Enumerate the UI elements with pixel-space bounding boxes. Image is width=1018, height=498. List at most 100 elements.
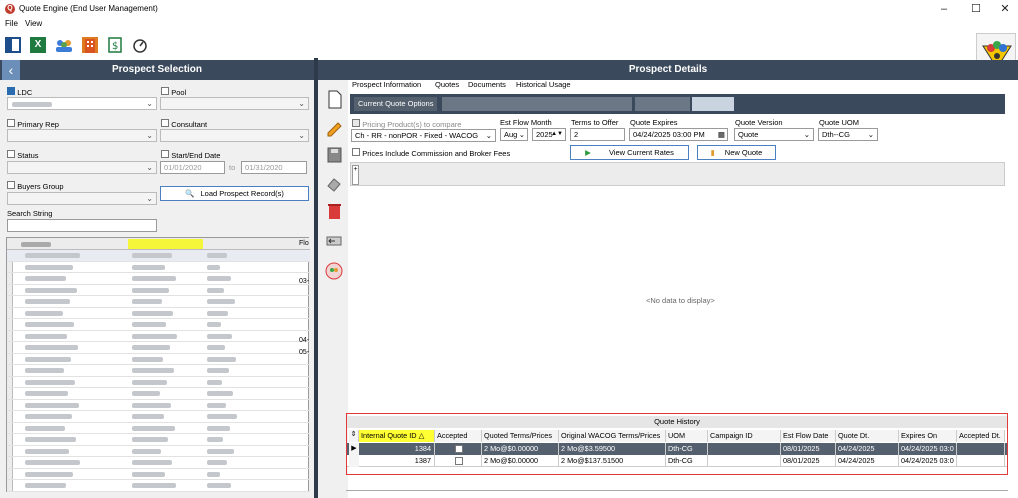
- excel-icon[interactable]: X: [30, 37, 46, 53]
- prospect-row[interactable]: [7, 319, 310, 331]
- calendar-icon[interactable]: ▦: [718, 129, 725, 140]
- uom-dropdown[interactable]: Dth--CG ⌄: [818, 128, 878, 141]
- include-commission-checkbox[interactable]: [352, 148, 360, 156]
- start-date-field[interactable]: 01/01/2020: [160, 161, 225, 174]
- start-end-checkbox[interactable]: [161, 150, 169, 158]
- ldc-dropdown[interactable]: ⌄: [7, 97, 157, 110]
- prospect-row[interactable]: [7, 423, 310, 434]
- horizontal-scrollbar[interactable]: [346, 490, 1008, 494]
- col-quoted-terms[interactable]: Quoted Terms/Prices: [482, 430, 559, 442]
- subtab-blurred[interactable]: [635, 97, 690, 111]
- flow-year-spinner[interactable]: 2025 ▲▼: [532, 128, 566, 141]
- col-original-wacog[interactable]: Original WACOG Terms/Prices: [559, 430, 666, 442]
- layout-icon[interactable]: [5, 37, 21, 53]
- menu-file[interactable]: File: [5, 19, 18, 28]
- col-accepted[interactable]: Accepted: [435, 430, 482, 442]
- accepted-checkbox[interactable]: [435, 455, 482, 467]
- transfer-icon[interactable]: [322, 230, 346, 252]
- view-current-rates-button[interactable]: ▶ View Current Rates: [570, 145, 689, 160]
- quote-history-row[interactable]: ▶ 1384 2 Mo@$0.00000 2 Mo@$3.59500 Dth-CG 08/…: [347, 443, 1007, 455]
- terms-input[interactable]: 2: [570, 128, 625, 141]
- status-dropdown[interactable]: ⌄: [7, 161, 157, 174]
- tab-documents[interactable]: Documents: [468, 80, 506, 89]
- buyers-group-checkbox[interactable]: [7, 181, 15, 189]
- prospect-row[interactable]: [7, 377, 310, 388]
- grid-options-icon[interactable]: ⇕: [349, 430, 359, 442]
- prospect-row[interactable]: [7, 411, 310, 423]
- buyers-group-dropdown[interactable]: ⌄: [7, 192, 157, 205]
- document-dollar-icon[interactable]: $: [107, 37, 123, 53]
- users-icon[interactable]: [55, 37, 72, 53]
- prospect-row[interactable]: [7, 480, 310, 492]
- primary-rep-dropdown[interactable]: ⌄: [7, 129, 157, 142]
- edit-pencil-icon[interactable]: [322, 116, 346, 138]
- pricing-checkbox[interactable]: [352, 119, 360, 127]
- prospect-row[interactable]: [7, 296, 310, 308]
- menu-view[interactable]: View: [25, 19, 42, 28]
- col-accepted-dt[interactable]: Accepted Dt.: [957, 430, 1005, 442]
- tab-historical-usage[interactable]: Historical Usage: [516, 80, 571, 89]
- eraser-icon[interactable]: [322, 172, 346, 194]
- prospect-row[interactable]: [7, 446, 310, 457]
- prospect-row[interactable]: [7, 285, 310, 296]
- prospect-row[interactable]: [7, 388, 310, 400]
- blurred-cell: [132, 448, 161, 454]
- tab-quotes[interactable]: Quotes: [435, 80, 459, 89]
- spinner-icon[interactable]: ▲▼: [551, 129, 563, 140]
- prospect-row[interactable]: [7, 457, 310, 469]
- prospect-grid[interactable]: Flo ▶ 03- 04- 05-: [6, 237, 310, 492]
- col-expires-on[interactable]: Expires On: [899, 430, 957, 442]
- maximize-button[interactable]: ☐: [961, 0, 991, 18]
- no-data-message: <No data to display>: [646, 296, 715, 305]
- end-date-field[interactable]: 01/31/2020: [241, 161, 307, 174]
- close-button[interactable]: ✕: [990, 0, 1018, 18]
- collapse-left-icon[interactable]: ‹: [2, 60, 20, 80]
- pool-dropdown[interactable]: ⌄: [160, 97, 309, 110]
- col-campaign-id[interactable]: Campaign ID: [708, 430, 781, 442]
- prospect-row[interactable]: [7, 342, 310, 354]
- prospect-row[interactable]: [7, 469, 310, 480]
- col-internal-quote-id[interactable]: Internal Quote ID △: [359, 430, 435, 442]
- prospect-row[interactable]: [7, 250, 310, 262]
- prospect-row[interactable]: [7, 354, 310, 365]
- col-uom[interactable]: UOM: [666, 430, 708, 442]
- col-est-flow-date[interactable]: Est Flow Date: [781, 430, 836, 442]
- prospect-row[interactable]: [7, 400, 310, 411]
- search-string-input[interactable]: [7, 219, 157, 232]
- quote-history-row[interactable]: 1387 2 Mo@$0.00000 2 Mo@$137.51500 Dth-CG 08…: [347, 455, 1007, 467]
- minimize-button[interactable]: –: [929, 0, 959, 18]
- accepted-checkbox[interactable]: [435, 443, 482, 455]
- product-dropdown[interactable]: Ch - RR - nonPOR - Fixed - WACOG ⌄: [351, 129, 496, 142]
- subtab-blurred[interactable]: [442, 97, 632, 111]
- prospect-row[interactable]: [7, 331, 310, 342]
- prospect-row[interactable]: [7, 365, 310, 377]
- prospect-row[interactable]: [7, 262, 310, 273]
- expires-datetime[interactable]: 04/24/2025 03:00 PM ▦: [629, 128, 728, 141]
- expand-icon[interactable]: +: [352, 165, 359, 185]
- prospect-row[interactable]: [7, 273, 310, 285]
- building-icon[interactable]: [82, 37, 98, 53]
- load-prospect-button[interactable]: 🔍 Load Prospect Record(s): [160, 186, 309, 201]
- col-quote-dt[interactable]: Quote Dt.: [836, 430, 899, 442]
- pool-checkbox[interactable]: [161, 87, 169, 95]
- consultant-dropdown[interactable]: ⌄: [160, 129, 309, 142]
- blurred-cell: [25, 276, 66, 281]
- prospect-row[interactable]: [7, 308, 310, 319]
- consultant-checkbox[interactable]: [161, 119, 169, 127]
- quote-history-title: Quote History: [347, 416, 1007, 428]
- subtab-blurred[interactable]: [692, 97, 734, 111]
- team-icon[interactable]: [322, 260, 346, 282]
- tab-prospect-information[interactable]: Prospect Information: [352, 80, 421, 89]
- version-dropdown[interactable]: Quote ⌄: [734, 128, 814, 141]
- primary-rep-checkbox[interactable]: [7, 119, 15, 127]
- new-quote-button[interactable]: ▮ New Quote: [697, 145, 776, 160]
- new-document-icon[interactable]: [322, 88, 346, 110]
- flow-month-dropdown[interactable]: Aug ⌄: [500, 128, 528, 141]
- delete-trash-icon[interactable]: [322, 200, 346, 222]
- save-disk-icon[interactable]: [322, 144, 346, 166]
- dashboard-gauge-icon[interactable]: [132, 37, 148, 53]
- status-checkbox[interactable]: [7, 150, 15, 158]
- tab-current-quote-options[interactable]: Current Quote Options: [354, 97, 438, 111]
- ldc-checkbox[interactable]: [7, 87, 15, 95]
- prospect-row[interactable]: [7, 434, 310, 446]
